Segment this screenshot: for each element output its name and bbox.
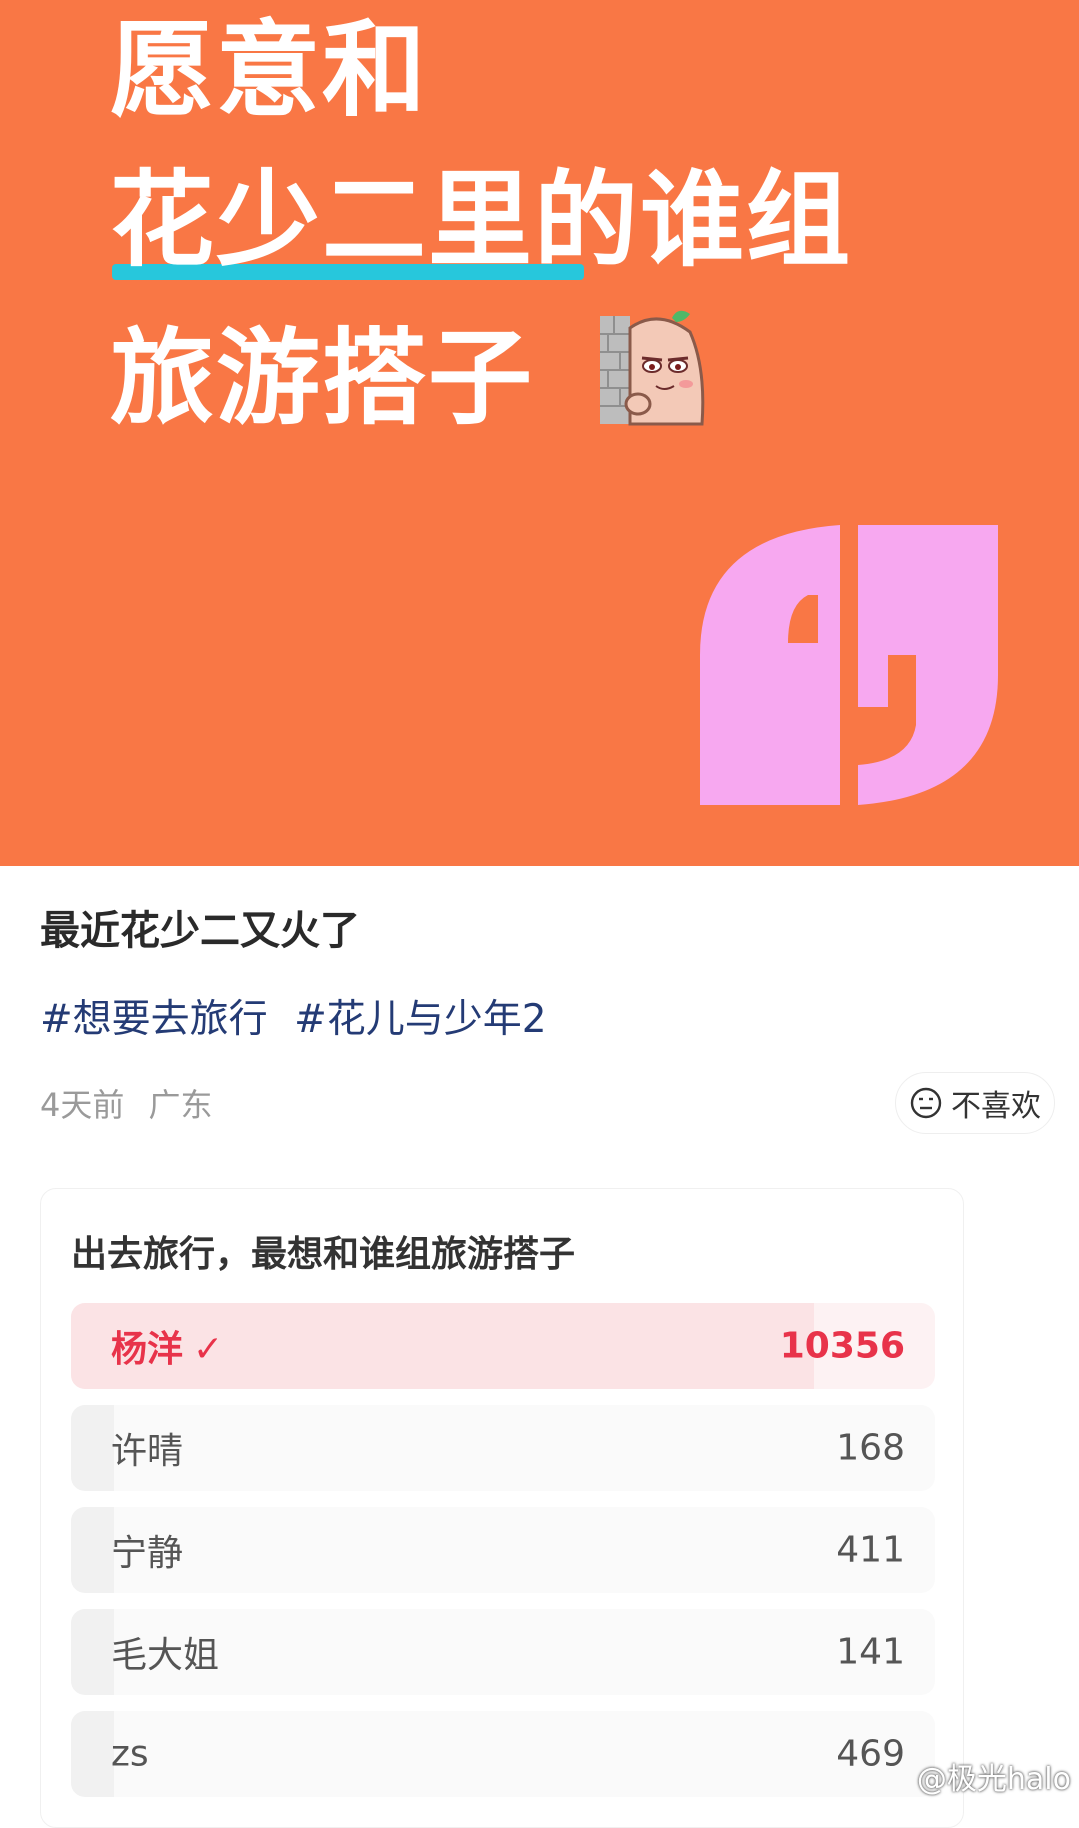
- poll-option-label: 毛大姐: [111, 1635, 220, 1676]
- neutral-face-icon: [910, 1087, 942, 1119]
- poll-option[interactable]: zs 469: [71, 1711, 935, 1797]
- poll-option-label: 宁静: [111, 1533, 184, 1574]
- poll-option[interactable]: 许晴 168: [71, 1405, 935, 1491]
- poll-option-label: 杨洋 ✓: [111, 1329, 224, 1370]
- poll-option-count: 411: [836, 1529, 905, 1571]
- poll-option-count: 10356: [779, 1325, 905, 1367]
- post-location: 广东: [148, 1086, 213, 1124]
- quote-brand-logo: [700, 525, 998, 805]
- post-meta: 4天前 广东: [40, 1080, 227, 1126]
- hero-title-line-1: 愿意和: [110, 9, 429, 131]
- check-icon: ✓: [193, 1329, 224, 1370]
- hero-banner: 愿意和 花少二里的谁组 旅游搭子: [0, 0, 1079, 866]
- poll-option-fill: [71, 1711, 115, 1797]
- post-title: 最近花少二又火了: [40, 908, 360, 954]
- poll-option[interactable]: 杨洋 ✓ 10356: [71, 1303, 935, 1389]
- poll-option-fill: [71, 1609, 115, 1695]
- poll-option[interactable]: 毛大姐 141: [71, 1609, 935, 1695]
- poll-option-fill: [71, 1405, 115, 1491]
- poll-option-fill: [71, 1507, 115, 1593]
- poll-option-count: 141: [836, 1631, 905, 1673]
- poll-option-label: 许晴: [111, 1431, 184, 1472]
- poll-option-count: 168: [836, 1427, 905, 1469]
- hero-title-line-3: 旅游搭子: [110, 317, 535, 439]
- poll-option-count: 469: [836, 1733, 905, 1775]
- post-tags: #想要去旅行 #花儿与少年2: [40, 988, 561, 1044]
- post-time: 4天前: [40, 1086, 125, 1124]
- poll-card: 出去旅行，最想和谁组旅游搭子 杨洋 ✓ 10356 许晴 168 宁静 411 毛…: [40, 1188, 964, 1828]
- hashtag-link[interactable]: #想要去旅行: [40, 997, 268, 1042]
- poll-question: 出去旅行，最想和谁组旅游搭子: [71, 1234, 576, 1275]
- watermark: @极光halo: [916, 1762, 1071, 1797]
- dislike-label: 不喜欢: [951, 1089, 1041, 1124]
- hashtag-link[interactable]: #花儿与少年2: [294, 997, 547, 1042]
- hero-title-line-2: 花少二里的谁组: [110, 159, 853, 281]
- peeking-sticker-icon: [600, 310, 705, 426]
- dislike-button[interactable]: 不喜欢: [895, 1072, 1055, 1134]
- poll-option-label: zs: [111, 1733, 149, 1775]
- poll-option[interactable]: 宁静 411: [71, 1507, 935, 1593]
